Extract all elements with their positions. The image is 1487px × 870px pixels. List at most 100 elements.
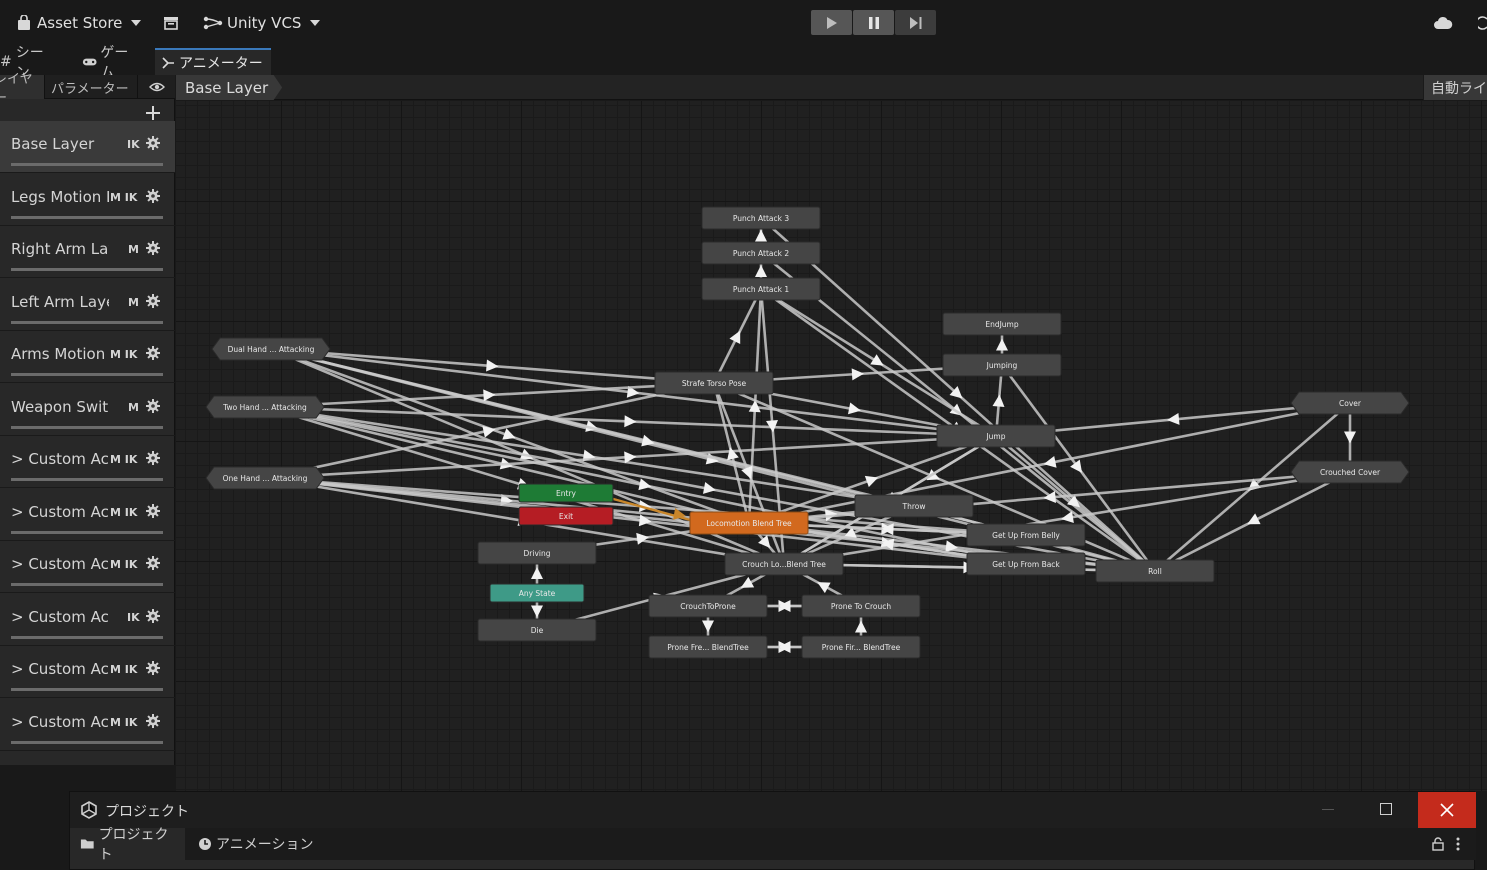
transition-arrow[interactable] xyxy=(996,338,1008,351)
animator-graph[interactable]: Punch Attack 3 Punch Attack 2 Punch Attack… xyxy=(176,101,1487,791)
layer-item[interactable]: Arms Motion M IK xyxy=(0,331,175,383)
editor-tab-bar: # シーン ゲーム アニメーター xyxy=(0,45,1487,81)
gear-icon[interactable] xyxy=(146,661,160,675)
state-node-roll[interactable]: Roll xyxy=(1095,559,1215,583)
state-node-jumping[interactable]: Jumping xyxy=(942,353,1062,377)
tab-animation[interactable]: アニメーション xyxy=(188,828,328,860)
gear-icon[interactable] xyxy=(146,241,160,255)
unity-vcs-dropdown[interactable]: Unity VCS xyxy=(203,12,321,34)
tab-game[interactable]: ゲーム xyxy=(76,45,142,81)
lock-button[interactable] xyxy=(1432,836,1444,855)
layer-item[interactable]: > Custom ActionM IK xyxy=(0,699,175,751)
state-node-pa1[interactable]: Punch Attack 1 xyxy=(701,277,821,301)
cloud-button[interactable] xyxy=(1433,12,1453,34)
transition-arrow[interactable] xyxy=(738,576,755,593)
tab-layers[interactable]: レイヤー xyxy=(0,72,45,106)
visibility-toggle[interactable] xyxy=(138,75,175,99)
layer-item[interactable]: Weapon Switch M xyxy=(0,384,175,436)
gear-icon[interactable] xyxy=(146,293,160,308)
play-button[interactable] xyxy=(811,10,852,35)
transition-arrow[interactable] xyxy=(483,389,496,402)
transition-arrow[interactable] xyxy=(1244,513,1261,529)
transition-arrow[interactable] xyxy=(1166,412,1180,426)
state-node-strafe[interactable]: Strafe Torso Pose xyxy=(654,371,774,395)
state-node-belly[interactable]: Get Up From Belly xyxy=(966,523,1086,547)
state-node-back[interactable]: Get Up From Back xyxy=(966,552,1086,576)
minimize-button[interactable] xyxy=(1322,809,1334,810)
gear-icon[interactable] xyxy=(146,398,160,413)
layer-item[interactable]: Right Arm Layer M xyxy=(0,226,175,278)
state-node-jump[interactable]: Jump xyxy=(936,424,1056,448)
state-node-p2c[interactable]: Prone To Crouch xyxy=(801,594,921,618)
transition-arrow[interactable] xyxy=(486,359,499,373)
transition-arrow[interactable] xyxy=(755,229,767,242)
transition-arrow[interactable] xyxy=(624,415,637,428)
tab-parameters[interactable]: パラメーター xyxy=(45,75,138,99)
gear-icon[interactable] xyxy=(146,608,160,623)
state-node-c2p[interactable]: CrouchToProne xyxy=(648,594,768,618)
layer-item[interactable]: Legs Motion LayerM IK xyxy=(0,174,175,226)
state-node-one[interactable]: One Hand ... Attacking xyxy=(205,466,325,490)
asset-store-dropdown[interactable]: Asset Store xyxy=(17,12,142,34)
layer-item[interactable]: > Custom ActionM IK xyxy=(0,489,175,541)
tab-animator[interactable]: アニメーター xyxy=(155,48,271,75)
archive-button[interactable] xyxy=(164,12,178,34)
transition-arrow[interactable] xyxy=(992,394,1006,407)
gear-icon[interactable] xyxy=(146,136,160,150)
step-button[interactable] xyxy=(895,10,936,35)
transition-arrow[interactable] xyxy=(531,605,543,618)
state-node-exit[interactable]: Exit xyxy=(518,506,614,526)
gear-icon[interactable] xyxy=(146,556,160,570)
state-node-two[interactable]: Two Hand ... Attacking xyxy=(205,395,325,419)
state-machine-canvas[interactable]: Punch Attack 3 Punch Attack 2 Punch Attack… xyxy=(176,101,1487,791)
gear-icon[interactable] xyxy=(146,188,160,203)
transition-arrow[interactable] xyxy=(502,428,517,443)
state-node-pa2[interactable]: Punch Attack 2 xyxy=(701,241,821,265)
auto-live-link-button[interactable]: 自動ライブ xyxy=(1423,75,1487,100)
transition-arrow[interactable] xyxy=(638,514,652,527)
transition-arrow[interactable] xyxy=(814,577,831,594)
layer-item[interactable]: > Custom ActionM IK xyxy=(0,436,175,488)
state-node-anystate[interactable]: Any State xyxy=(489,583,585,603)
state-node-crouchbt[interactable]: Crouch Lo...Blend Tree xyxy=(724,552,844,576)
state-node-driving[interactable]: Driving xyxy=(477,541,597,565)
transition-arrow[interactable] xyxy=(855,620,867,633)
breadcrumb-base-layer[interactable]: Base Layer xyxy=(176,75,283,100)
state-node-pfre[interactable]: Prone Fre... BlendTree xyxy=(648,635,768,659)
layer-item[interactable]: > Custom Action IK xyxy=(0,594,175,646)
state-node-pa3[interactable]: Punch Attack 3 xyxy=(701,206,821,230)
layer-item[interactable]: > Custom ActionM IK xyxy=(0,646,175,698)
more-options-button[interactable] xyxy=(1456,836,1460,855)
gear-icon[interactable] xyxy=(146,503,160,518)
state-node-endjump[interactable]: EndJump xyxy=(942,312,1062,336)
layer-item[interactable]: Base Layer IK xyxy=(0,121,175,173)
state-node-throw[interactable]: Throw xyxy=(854,494,974,518)
state-node-ccover[interactable]: Crouched Cover xyxy=(1290,460,1410,484)
state-node-entry[interactable]: Entry xyxy=(518,483,614,503)
refresh-button[interactable] xyxy=(1478,12,1487,34)
state-node-label: Get Up From Back xyxy=(992,560,1060,569)
pause-button[interactable] xyxy=(853,10,894,35)
gear-icon[interactable] xyxy=(146,713,160,728)
gear-icon[interactable] xyxy=(146,346,160,360)
close-button[interactable] xyxy=(1418,792,1476,828)
state-node-dual[interactable]: Dual Hand ... Attacking xyxy=(211,337,331,361)
transition-arrow[interactable] xyxy=(624,451,637,464)
gear-icon[interactable] xyxy=(146,451,160,465)
transition-arrow[interactable] xyxy=(755,265,767,277)
transition-arrow[interactable] xyxy=(729,328,745,345)
transition-arrow[interactable] xyxy=(851,368,865,381)
transition-arrow[interactable] xyxy=(864,472,880,488)
maximize-button[interactable] xyxy=(1380,803,1392,815)
state-node-label: CrouchToProne xyxy=(680,602,736,611)
transition-arrow[interactable] xyxy=(702,620,714,633)
layer-item[interactable]: > Custom ActionM IK xyxy=(0,541,175,593)
state-node-pfir[interactable]: Prone Fir... BlendTree xyxy=(801,635,921,659)
layer-item[interactable]: Left Arm Layer M xyxy=(0,279,175,331)
tab-project[interactable]: プロジェクト xyxy=(70,827,185,863)
state-node-die[interactable]: Die xyxy=(477,618,597,642)
transition-arrow[interactable] xyxy=(531,567,543,579)
state-node-cover[interactable]: Cover xyxy=(1290,391,1410,415)
state-node-loco[interactable]: Locomotion Blend Tree xyxy=(689,511,809,535)
transition-arrow[interactable] xyxy=(1344,431,1356,444)
